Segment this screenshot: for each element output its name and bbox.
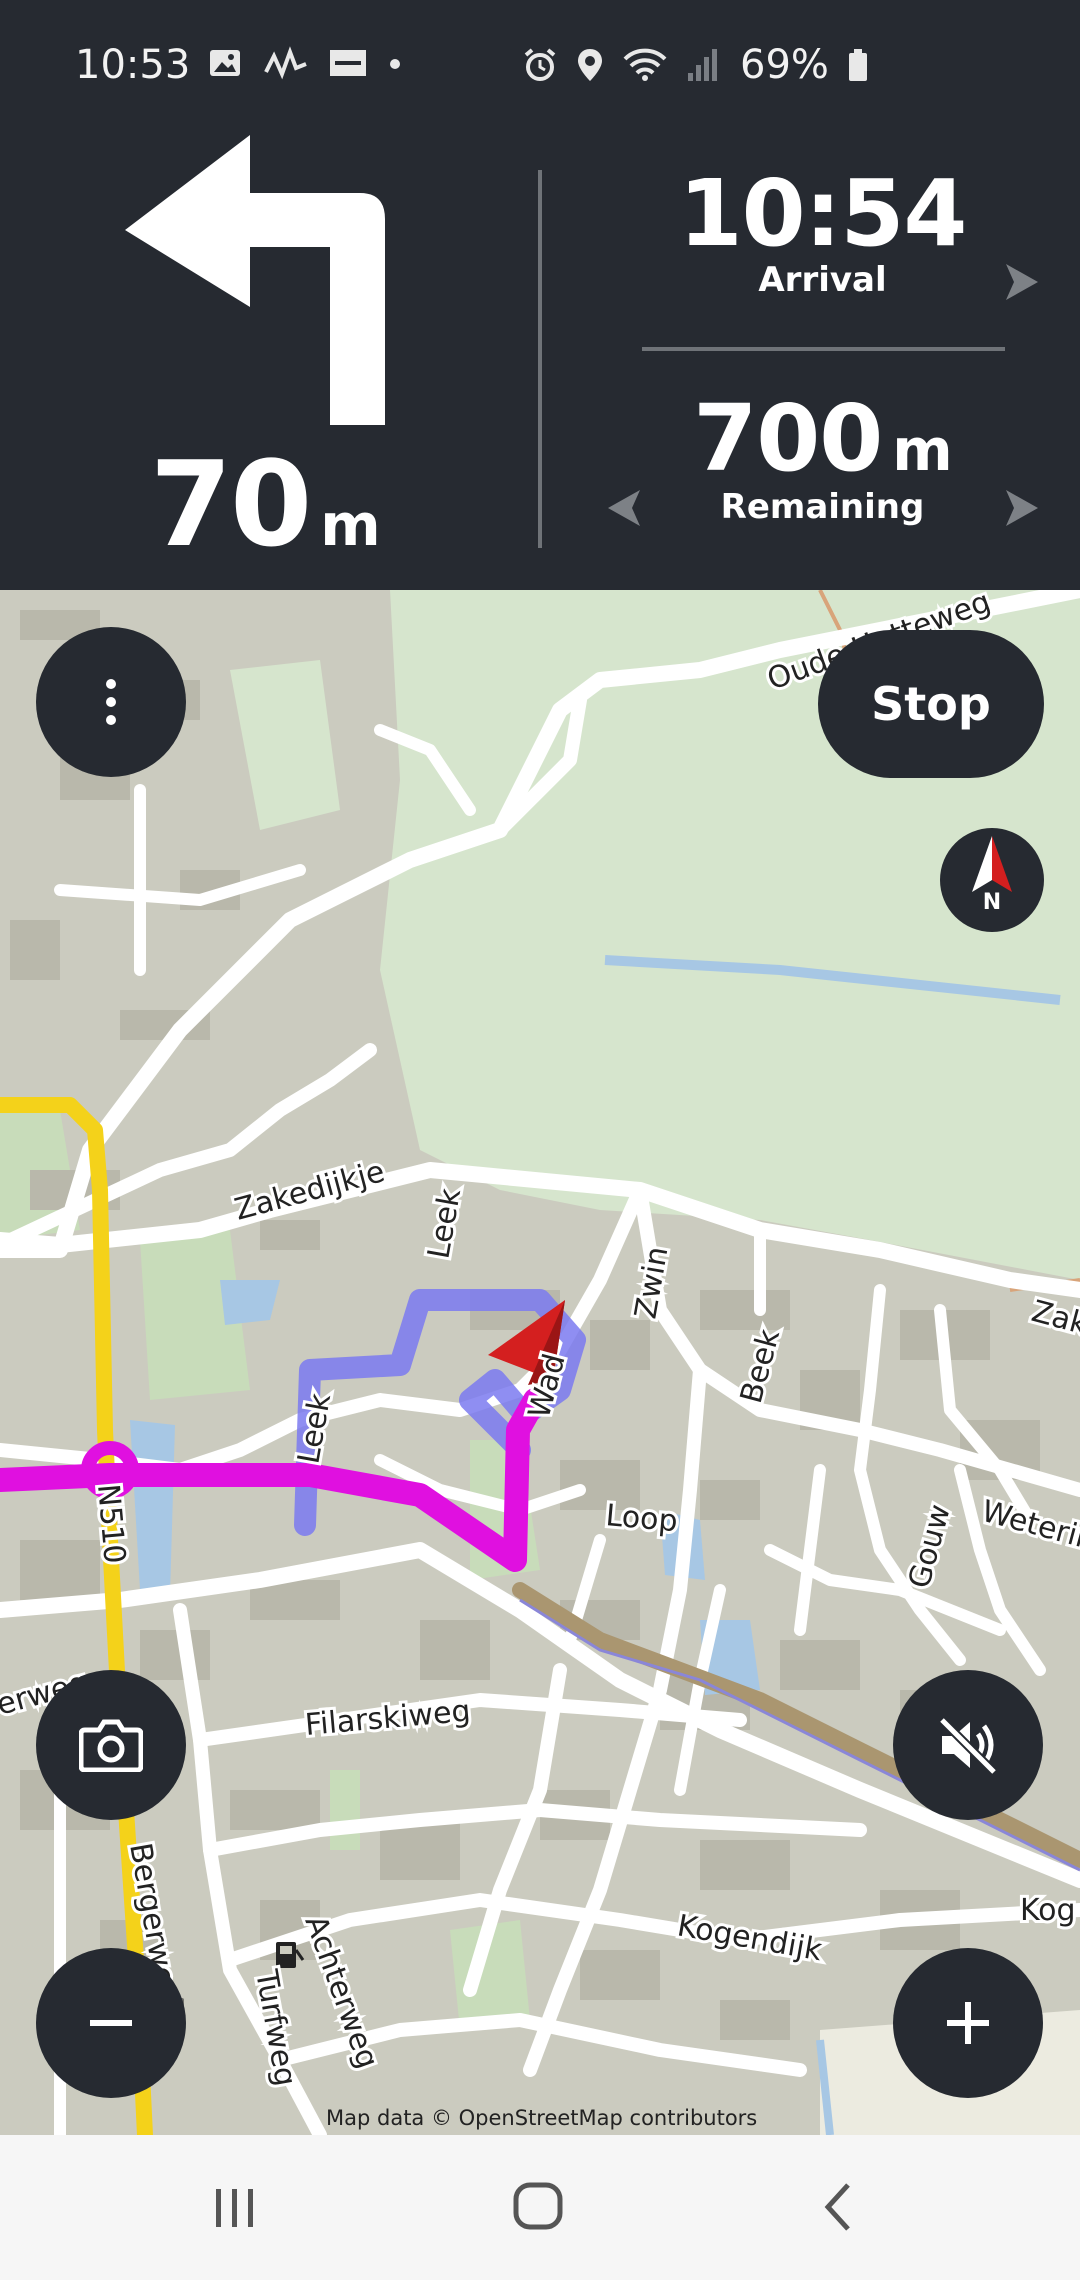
remaining-distance-value: 700 (693, 385, 883, 492)
status-right-icons: 69% (522, 42, 869, 88)
arrival-label: Arrival (758, 260, 887, 300)
turn-distance: 70 m (150, 435, 381, 573)
plus-icon (947, 2002, 989, 2044)
chevron-right-icon[interactable] (1004, 262, 1040, 302)
back-icon[interactable] (818, 2175, 858, 2235)
turn-distance-value: 70 (150, 435, 312, 573)
street-label-kog: Kog (1020, 1893, 1076, 1928)
info-divider (642, 347, 1005, 351)
dot-icon (390, 59, 400, 69)
remaining-label: Remaining (720, 487, 925, 527)
more-vertical-icon (106, 679, 116, 725)
camera-button[interactable] (36, 1670, 186, 1820)
arrival-time: 10:54 (678, 160, 968, 267)
turn-distance-unit: m (320, 491, 380, 559)
map-attribution: Map data © OpenStreetMap contributors (326, 2106, 758, 2130)
header-divider (538, 170, 542, 548)
compass-button[interactable]: N (940, 828, 1044, 932)
battery-percentage: 69% (740, 42, 829, 88)
camera-icon (79, 1719, 143, 1772)
menu-button[interactable] (36, 627, 186, 777)
map-canvas[interactable]: Oude Hatteweg Zakedijkje Leek Leek Zwin … (0, 590, 1080, 2135)
volume-muted-icon (938, 1716, 998, 1774)
stop-button[interactable]: Stop (818, 630, 1044, 778)
street-label-loop: Loop (604, 1498, 679, 1539)
sonos-icon (330, 50, 366, 76)
status-bar: 10:53 69% (0, 0, 1080, 130)
zoom-in-button[interactable] (893, 1948, 1043, 2098)
status-left-icons (208, 46, 402, 80)
north-arrow-icon (972, 836, 1012, 892)
remaining-distance-unit: m (892, 416, 952, 484)
location-icon (578, 49, 602, 81)
signal-icon (688, 49, 717, 81)
zoom-out-button[interactable] (36, 1948, 186, 2098)
activity-icon (264, 46, 307, 80)
chevron-right-icon[interactable] (1004, 488, 1040, 528)
map-view[interactable]: Oude Hatteweg Zakedijkje Leek Leek Zwin … (0, 590, 1080, 2135)
alarm-icon (524, 48, 556, 81)
street-label-n510: N510 (90, 1483, 132, 1565)
wifi-icon (623, 48, 667, 81)
battery-icon (848, 49, 867, 81)
recent-apps-icon[interactable] (210, 2175, 260, 2235)
image-icon (210, 50, 240, 76)
mute-button[interactable] (893, 1670, 1043, 1820)
minus-icon (90, 2020, 132, 2026)
turn-left-arrow-icon (125, 135, 385, 425)
chevron-left-icon[interactable] (606, 488, 642, 528)
navigation-header: 70 m 10:54 Arrival 700 m Remaining (0, 130, 1080, 590)
system-navigation-bar (0, 2135, 1080, 2280)
remaining-distance: 700 m (640, 385, 1005, 492)
compass-label: N (982, 890, 1002, 915)
status-time: 10:53 (75, 42, 191, 88)
home-icon[interactable] (508, 2175, 568, 2235)
